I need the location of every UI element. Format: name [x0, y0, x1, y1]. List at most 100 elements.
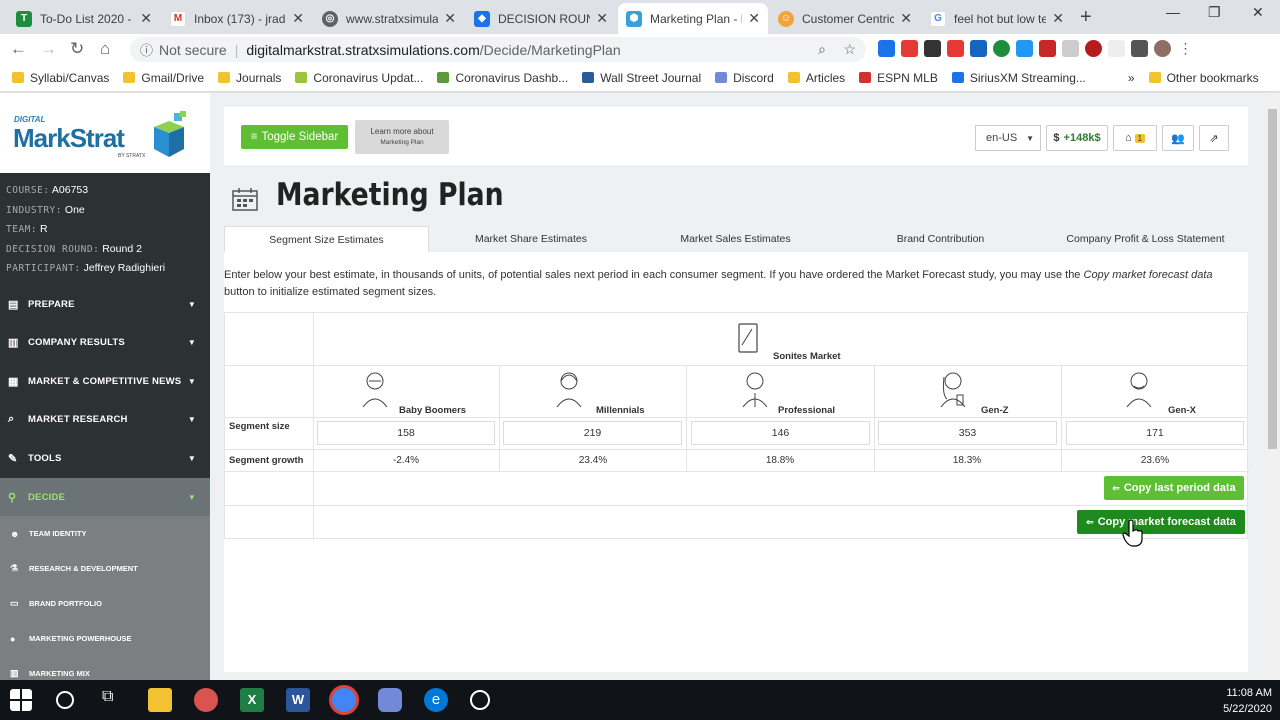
segment-size-input[interactable]: 171 [1066, 421, 1244, 445]
bookmark-item[interactable]: ESPN MLB [859, 71, 938, 85]
new-tab-button[interactable]: + [1080, 6, 1092, 29]
tab-market-share[interactable]: Market Share Estimates [429, 226, 633, 252]
reload-icon[interactable]: ↻ [70, 39, 84, 59]
address-bar[interactable]: ⓘ Not secure | digitalmarkstrat.stratxsi… [130, 37, 866, 62]
markstrat-icon: ⬢ [626, 10, 642, 27]
segment-size-input[interactable]: 146 [691, 421, 870, 445]
bookmark-item[interactable]: Journals [218, 71, 281, 85]
app-icon[interactable] [194, 688, 218, 712]
close-icon[interactable]: ✕ [1052, 10, 1064, 27]
chrome-icon[interactable] [332, 688, 356, 712]
extension-icon[interactable] [970, 40, 987, 57]
sidebar-item-market-research[interactable]: ⌕ MARKET RESEARCH ▼ [0, 400, 210, 438]
extension-icon[interactable] [901, 40, 918, 57]
task-view-icon[interactable]: ⧉ [102, 688, 126, 712]
forward-icon[interactable]: → [40, 39, 57, 59]
browser-tab[interactable]: G feel hot but low te ✕ [922, 3, 1072, 34]
sidebar-item-tools[interactable]: ✎ TOOLS ▼ [0, 439, 210, 477]
page-scrollbar[interactable] [1265, 93, 1280, 680]
market-name: Sonites Market [773, 351, 841, 362]
edge-icon[interactable]: e [424, 688, 448, 712]
close-icon[interactable]: ✕ [596, 10, 608, 27]
close-icon[interactable]: ✕ [444, 10, 456, 27]
window-close-icon[interactable]: ✕ [1252, 4, 1264, 21]
extension-icon[interactable] [947, 40, 964, 57]
extension-icon[interactable] [1062, 40, 1079, 57]
copy-last-period-button[interactable]: ⇐ Copy last period data [1104, 476, 1244, 500]
discord-icon[interactable] [378, 688, 402, 712]
restore-icon[interactable]: ❐ [1208, 4, 1221, 21]
system-clock[interactable]: 11:08 AM 5/22/2020 [1223, 685, 1272, 717]
sidebar-subitem-rnd[interactable]: ⚗ RESEARCH & DEVELOPMENT [0, 551, 210, 586]
segment-size-input[interactable]: 353 [878, 421, 1057, 445]
bookmark-item[interactable]: Wall Street Journal [582, 71, 701, 85]
back-icon[interactable]: ← [10, 39, 27, 59]
bookmark-item[interactable]: Discord [715, 71, 774, 85]
logo[interactable]: DIGITAL MarkStrat BY STRATX [0, 93, 210, 173]
close-icon[interactable]: ✕ [748, 10, 760, 27]
close-icon[interactable]: ✕ [900, 10, 912, 27]
extensions-area: ⋮ [878, 40, 1194, 57]
zoom-icon[interactable]: ⌕ [818, 41, 826, 58]
segment-size-input[interactable]: 158 [317, 421, 495, 445]
minimize-icon[interactable]: — [1166, 4, 1180, 20]
word-icon[interactable]: W [286, 688, 310, 712]
bookmark-item[interactable]: Coronavirus Updat... [295, 71, 423, 85]
copy-forecast-button[interactable]: ⇐ Copy market forecast data [1077, 510, 1245, 534]
browser-tab[interactable]: ◆ DECISION ROUND✕ [466, 3, 616, 34]
tab-brand-contribution[interactable]: Brand Contribution [838, 226, 1043, 252]
close-icon[interactable]: ✕ [140, 10, 152, 27]
tab-profit-loss[interactable]: Company Profit & Loss Statement [1043, 226, 1248, 252]
file-explorer-icon[interactable] [148, 688, 172, 712]
extension-icon[interactable] [1108, 40, 1125, 57]
segment-size-input[interactable]: 219 [503, 421, 682, 445]
bookmarks-overflow-icon[interactable]: » [1128, 71, 1135, 85]
extension-icon[interactable] [1085, 40, 1102, 57]
obs-icon[interactable] [470, 690, 490, 710]
sidebar-subitem-marketing-powerhouse[interactable]: ● MARKETING POWERHOUSE [0, 621, 210, 656]
course-info: COURSE: A06753 INDUSTRY: One TEAM: R DEC… [6, 184, 166, 275]
browser-tab-active[interactable]: ⬢ Marketing Plan - D ✕ [618, 3, 768, 34]
scrollbar-thumb[interactable] [1268, 109, 1277, 449]
reading-list-icon[interactable] [1131, 40, 1148, 57]
bookmark-item[interactable]: Articles [787, 71, 845, 85]
bookmark-item[interactable]: SiriusXM Streaming... [951, 71, 1086, 85]
browser-tab[interactable]: ◎ www.stratxsimulati ✕ [314, 3, 464, 34]
bookmark-item[interactable]: Syllabi/Canvas [12, 71, 109, 85]
tab-segment-size[interactable]: Segment Size Estimates [224, 226, 429, 252]
toggle-sidebar-button[interactable]: ≡ Toggle Sidebar [241, 125, 348, 149]
avatar[interactable] [1154, 40, 1171, 57]
extension-icon[interactable] [924, 40, 941, 57]
close-icon[interactable]: ✕ [292, 10, 304, 27]
browser-tab[interactable]: T To-Do List 2020 - G ✕ [8, 3, 160, 34]
sidebar-subitem-marketing-mix[interactable]: ▥ MARKETING MIX [0, 656, 210, 680]
tab-market-sales[interactable]: Market Sales Estimates [633, 226, 838, 252]
other-bookmarks[interactable]: Other bookmarks [1148, 71, 1259, 85]
browser-tab[interactable]: M Inbox (173) - jradig ✕ [162, 3, 312, 34]
menu-icon[interactable]: ⋮ [1177, 40, 1194, 57]
inbox-button[interactable]: ⌂ 1 [1113, 125, 1157, 151]
sidebar-item-news[interactable]: ▦ MARKET & COMPETITIVE NEWS ▼ [0, 362, 210, 400]
search-icon[interactable] [56, 691, 74, 709]
sidebar-subitem-team-identity[interactable]: ☻ TEAM IDENTITY [0, 516, 210, 551]
home-icon[interactable]: ⌂ [100, 39, 110, 59]
learn-more-button[interactable]: Learn more about Marketing Plan [355, 120, 449, 154]
browser-tab[interactable]: ☺ Customer Centricit ✕ [770, 3, 920, 34]
external-link-button[interactable]: ⇗ [1199, 125, 1229, 151]
extension-icon[interactable] [1016, 40, 1033, 57]
star-icon[interactable]: ☆ [843, 41, 856, 58]
sidebar-item-decide[interactable]: ⚲ DECIDE ▼ [0, 478, 210, 516]
excel-icon[interactable]: X [240, 688, 264, 712]
extension-icon[interactable] [878, 40, 895, 57]
extension-icon[interactable] [993, 40, 1010, 57]
sidebar-subitem-brand-portfolio[interactable]: ▭ BRAND PORTFOLIO [0, 586, 210, 621]
language-select[interactable]: en-US ▼ [975, 125, 1041, 151]
windows-start-icon[interactable] [10, 689, 32, 711]
extension-icon[interactable] [1039, 40, 1056, 57]
budget-button[interactable]: $ +148k$ [1046, 125, 1108, 151]
sidebar-item-prepare[interactable]: ▤ PREPARE ▼ [0, 285, 210, 323]
bookmark-item[interactable]: Coronavirus Dashb... [437, 71, 568, 85]
sidebar-item-company-results[interactable]: ▥ COMPANY RESULTS ▼ [0, 323, 210, 361]
team-button[interactable]: 👥 [1162, 125, 1194, 151]
bookmark-item[interactable]: Gmail/Drive [123, 71, 204, 85]
